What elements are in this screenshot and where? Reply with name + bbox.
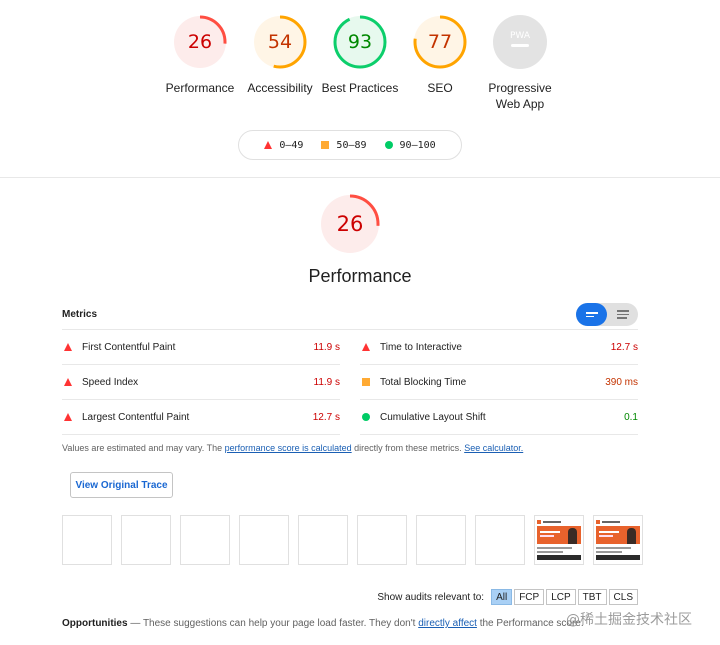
metric-value: 390 ms	[605, 376, 638, 388]
audit-filter: Show audits relevant to: All FCP LCP TBT…	[377, 589, 638, 605]
gauge-label: Accessibility	[247, 81, 313, 95]
metric-cumulative-layout-shift[interactable]: Cumulative Layout Shift 0.1	[360, 400, 638, 435]
average-square-icon	[321, 141, 330, 149]
opportunities-text: These suggestions can help your page loa…	[142, 618, 419, 629]
metric-speed-index[interactable]: Speed Index 11.9 s	[62, 365, 340, 400]
gauge-performance[interactable]: 26 Performance	[160, 14, 240, 112]
see-calculator-link[interactable]: See calculator.	[464, 443, 523, 453]
audit-filter-label: Show audits relevant to:	[377, 591, 485, 603]
toggle-compact-view[interactable]	[576, 303, 607, 326]
gauge-score: 54	[267, 31, 293, 53]
metric-label: Largest Contentful Paint	[82, 411, 190, 423]
fail-triangle-icon	[64, 343, 72, 351]
filmstrip-frame-loaded	[534, 515, 584, 565]
gauge-score: 26	[187, 31, 213, 53]
metric-first-contentful-paint[interactable]: First Contentful Paint 11.9 s	[62, 330, 340, 365]
filmstrip-frame	[475, 515, 525, 565]
watermark: @稀土掘金技术社区	[566, 612, 692, 628]
fail-triangle-icon	[64, 378, 72, 386]
metric-total-blocking-time[interactable]: Total Blocking Time 390 ms	[360, 365, 638, 400]
filmstrip-frame	[357, 515, 407, 565]
gauge-label: SEO	[427, 81, 453, 95]
opportunities-title: Opportunities	[62, 618, 128, 629]
filmstrip-frame	[239, 515, 289, 565]
fail-triangle-icon	[264, 141, 273, 149]
gauge-label: Progressive Web App	[488, 81, 552, 111]
filmstrip-frame	[62, 515, 112, 565]
metric-value: 12.7 s	[610, 341, 638, 353]
gauge-ring: PWA	[492, 14, 548, 70]
pass-circle-icon	[384, 141, 393, 149]
legend-average-range: 50–89	[336, 139, 367, 151]
gauge-score: 77	[427, 31, 453, 53]
gauge-best-practices[interactable]: 93 Best Practices	[320, 14, 400, 112]
gauge-ring: 93	[332, 14, 388, 70]
legend-pass: 90–100	[384, 139, 436, 151]
metric-label: Cumulative Layout Shift	[380, 411, 486, 423]
view-original-trace-button[interactable]: View Original Trace	[70, 472, 173, 498]
category-gauges: 26 Performance 54 Accessibility 93 Best …	[0, 14, 720, 112]
gauge-ring: 77	[412, 14, 468, 70]
metric-value: 12.7 s	[312, 411, 340, 423]
opportunities-header: Opportunities — These suggestions can he…	[62, 618, 584, 629]
filter-chip-tbt[interactable]: TBT	[577, 589, 607, 605]
pwa-badge-text: PWA	[510, 31, 531, 41]
filmstrip-frame	[298, 515, 348, 565]
filter-chip-lcp[interactable]: LCP	[546, 589, 576, 605]
metric-label: First Contentful Paint	[82, 341, 176, 353]
note-prefix: Values are estimated and may vary. The	[62, 443, 225, 453]
legend-fail-range: 0–49	[279, 139, 304, 151]
estimate-note: Values are estimated and may vary. The p…	[62, 443, 523, 453]
metrics-view-toggle[interactable]	[576, 303, 638, 326]
filter-chip-cls[interactable]: CLS	[608, 589, 638, 605]
directly-affect-link[interactable]: directly affect	[418, 618, 477, 629]
gauge-pwa[interactable]: PWA Progressive Web App	[480, 14, 560, 112]
metric-largest-contentful-paint[interactable]: Largest Contentful Paint 12.7 s	[62, 400, 340, 435]
list-compact-icon	[585, 312, 598, 317]
metric-time-to-interactive[interactable]: Time to Interactive 12.7 s	[360, 330, 638, 365]
metric-value: 11.9 s	[313, 376, 341, 388]
filmstrip-frame	[121, 515, 171, 565]
gauge-label: Best Practices	[321, 81, 399, 95]
legend-average: 50–89	[321, 139, 367, 151]
average-square-icon	[362, 378, 370, 386]
filmstrip-frame-loaded	[593, 515, 643, 565]
score-legend: 0–49 50–89 90–100	[238, 130, 462, 160]
toggle-expanded-view[interactable]	[607, 303, 638, 326]
filmstrip-frame	[180, 515, 230, 565]
fail-triangle-icon	[64, 413, 72, 421]
gauge-label: Performance	[165, 81, 235, 95]
fail-triangle-icon	[362, 343, 370, 351]
metric-value: 0.1	[624, 411, 638, 423]
gauge-accessibility[interactable]: 54 Accessibility	[240, 14, 320, 112]
note-middle: directly from these metrics.	[351, 443, 465, 453]
gauge-ring: 26	[172, 14, 228, 70]
pass-circle-icon	[362, 413, 370, 421]
section-divider	[0, 177, 720, 178]
filmstrip	[62, 515, 643, 565]
pwa-badge-icon: PWA	[493, 15, 547, 69]
legend-fail: 0–49	[264, 140, 303, 151]
gauge-seo[interactable]: 77 SEO	[400, 14, 480, 112]
metric-label: Total Blocking Time	[380, 376, 467, 388]
legend-pass-range: 90–100	[399, 139, 436, 151]
performance-score: 26	[336, 212, 364, 236]
metric-value: 11.9 s	[313, 341, 341, 353]
opportunities-dash: —	[127, 618, 143, 629]
filmstrip-frame	[416, 515, 466, 565]
metrics-header: Metrics	[62, 300, 638, 330]
metrics-title: Metrics	[62, 309, 98, 320]
filter-chip-all[interactable]: All	[491, 589, 513, 605]
metric-label: Speed Index	[82, 376, 139, 388]
metric-label: Time to Interactive	[380, 341, 462, 353]
gauge-ring: 54	[252, 14, 308, 70]
performance-gauge-large: 26	[319, 193, 381, 255]
performance-title: Performance	[308, 266, 412, 286]
gauge-score: 93	[347, 31, 373, 53]
score-calculated-link[interactable]: performance score is calculated	[225, 443, 352, 453]
metrics-grid: First Contentful Paint 11.9 s Time to In…	[62, 330, 638, 435]
list-expanded-icon	[616, 310, 629, 319]
filter-chip-fcp[interactable]: FCP	[514, 589, 545, 605]
